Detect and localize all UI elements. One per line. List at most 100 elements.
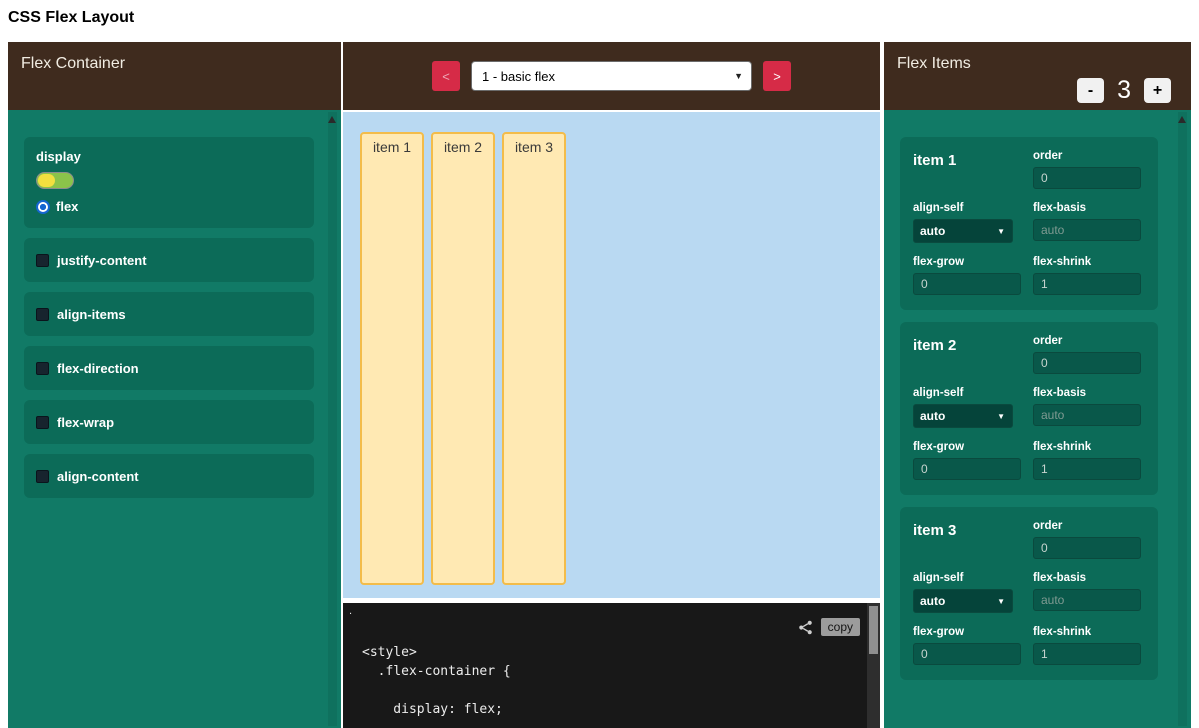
flex-items-header: Flex Items - 3 + <box>884 42 1191 110</box>
preview-item-1: item 1 <box>360 132 424 585</box>
main-layout: Flex Container display flex justify-cont… <box>8 42 1191 728</box>
example-nav-header: < 1 - basic flex ▼ > <box>343 42 880 110</box>
scroll-up-icon[interactable] <box>1178 116 1186 123</box>
option-label: flex-wrap <box>57 415 114 430</box>
item-1-card: item 1 order align-self auto ▼ flex-basi <box>900 137 1158 310</box>
item-2-flex-grow-input[interactable] <box>913 458 1021 480</box>
display-flex-radio[interactable] <box>36 200 50 214</box>
flex-grow-label: flex-grow <box>913 256 1025 268</box>
item-3-flex-basis-input[interactable] <box>1033 589 1141 611</box>
flex-container-panel: Flex Container display flex justify-cont… <box>8 42 341 728</box>
right-panel-scrollbar[interactable] <box>1178 112 1187 726</box>
item-1-flex-basis-field: flex-basis <box>1033 202 1145 243</box>
option-label: justify-content <box>57 253 147 268</box>
item-1-order-field: order <box>1033 150 1145 189</box>
flex-grow-label: flex-grow <box>913 441 1025 453</box>
item-3-flex-grow-input[interactable] <box>913 643 1021 665</box>
flex-container-header: Flex Container <box>8 42 341 110</box>
order-label: order <box>1033 335 1145 347</box>
example-select[interactable]: 1 - basic flex <box>471 61 752 91</box>
item-3-card: item 3 order align-self auto ▼ flex-basi <box>900 507 1158 680</box>
code-scrollbar-thumb[interactable] <box>869 606 878 654</box>
item-2-order-input[interactable] <box>1033 352 1141 374</box>
display-flex-option: flex <box>36 199 302 214</box>
copy-button[interactable]: copy <box>821 618 860 636</box>
item-2-flex-grow-field: flex-grow <box>913 441 1025 480</box>
item-1-flex-grow-field: flex-grow <box>913 256 1025 295</box>
preview-item-3: item 3 <box>502 132 566 585</box>
next-example-button[interactable]: > <box>763 61 791 91</box>
order-label: order <box>1033 520 1145 532</box>
flex-direction-checkbox[interactable] <box>36 362 49 375</box>
item-3-order-input[interactable] <box>1033 537 1141 559</box>
option-flex-wrap[interactable]: flex-wrap <box>24 400 314 444</box>
option-align-items[interactable]: align-items <box>24 292 314 336</box>
flex-basis-label: flex-basis <box>1033 202 1145 214</box>
option-justify-content[interactable]: justify-content <box>24 238 314 282</box>
code-toolbar: copy <box>798 618 860 636</box>
scroll-up-icon[interactable] <box>328 116 336 123</box>
flex-basis-label: flex-basis <box>1033 387 1145 399</box>
item-3-flex-grow-field: flex-grow <box>913 626 1025 665</box>
remove-item-button[interactable]: - <box>1077 78 1104 103</box>
item-1-flex-grow-input[interactable] <box>913 273 1021 295</box>
example-select-wrap: 1 - basic flex ▼ <box>471 61 752 91</box>
code-scrollbar[interactable] <box>867 603 880 728</box>
item-2-align-self-select[interactable]: auto <box>913 404 1013 428</box>
item-3-align-self-select[interactable]: auto <box>913 589 1013 613</box>
flex-container-body: display flex justify-content align-items <box>8 110 341 728</box>
flex-shrink-label: flex-shrink <box>1033 256 1145 268</box>
display-flex-label: flex <box>56 199 78 214</box>
share-icon[interactable] <box>798 620 813 635</box>
item-3-align-self-field: align-self auto ▼ <box>913 572 1025 613</box>
page-title: CSS Flex Layout <box>8 9 134 27</box>
flex-shrink-label: flex-shrink <box>1033 626 1145 638</box>
item-1-align-self-wrap: auto ▼ <box>913 219 1013 243</box>
flex-preview-container: item 1 item 2 item 3 <box>343 112 880 598</box>
flex-items-title: Flex Items <box>897 55 971 73</box>
item-1-heading: item 1 <box>913 150 1025 189</box>
item-3-flex-shrink-input[interactable] <box>1033 643 1141 665</box>
justify-content-checkbox[interactable] <box>36 254 49 267</box>
order-label: order <box>1033 150 1145 162</box>
item-1-flex-shrink-input[interactable] <box>1033 273 1141 295</box>
item-count: 3 <box>1117 76 1131 105</box>
flex-grow-label: flex-grow <box>913 626 1025 638</box>
prev-example-button[interactable]: < <box>432 61 460 91</box>
item-2-align-self-field: align-self auto ▼ <box>913 387 1025 428</box>
item-2-align-self-wrap: auto ▼ <box>913 404 1013 428</box>
flex-wrap-checkbox[interactable] <box>36 416 49 429</box>
item-2-card: item 2 order align-self auto ▼ flex-basi <box>900 322 1158 495</box>
align-items-checkbox[interactable] <box>36 308 49 321</box>
item-1-align-self-select[interactable]: auto <box>913 219 1013 243</box>
item-1-order-input[interactable] <box>1033 167 1141 189</box>
item-2-heading: item 2 <box>913 335 1025 374</box>
item-2-flex-basis-input[interactable] <box>1033 404 1141 426</box>
item-1-flex-basis-input[interactable] <box>1033 219 1141 241</box>
display-label: display <box>36 149 302 164</box>
option-label: flex-direction <box>57 361 139 376</box>
item-2-flex-shrink-field: flex-shrink <box>1033 441 1145 480</box>
item-3-order-field: order <box>1033 520 1145 559</box>
item-2-flex-basis-field: flex-basis <box>1033 387 1145 428</box>
code-marker: . <box>349 605 352 617</box>
item-2-order-field: order <box>1033 335 1145 374</box>
flex-items-panel: Flex Items - 3 + item 1 order align-self <box>884 42 1191 728</box>
left-panel-scrollbar[interactable] <box>328 112 337 726</box>
item-3-heading: item 3 <box>913 520 1025 559</box>
option-align-content[interactable]: align-content <box>24 454 314 498</box>
code-block: <style> .flex-container { display: flex; <box>362 643 511 719</box>
align-content-checkbox[interactable] <box>36 470 49 483</box>
option-label: align-items <box>57 307 126 322</box>
add-item-button[interactable]: + <box>1144 78 1171 103</box>
item-2-flex-shrink-input[interactable] <box>1033 458 1141 480</box>
item-1-align-self-field: align-self auto ▼ <box>913 202 1025 243</box>
option-label: align-content <box>57 469 139 484</box>
display-toggle[interactable] <box>36 172 74 189</box>
display-card: display flex <box>24 137 314 228</box>
flex-items-body: item 1 order align-self auto ▼ flex-basi <box>884 110 1191 728</box>
item-3-align-self-wrap: auto ▼ <box>913 589 1013 613</box>
flex-shrink-label: flex-shrink <box>1033 441 1145 453</box>
flex-container-title: Flex Container <box>21 55 125 73</box>
option-flex-direction[interactable]: flex-direction <box>24 346 314 390</box>
